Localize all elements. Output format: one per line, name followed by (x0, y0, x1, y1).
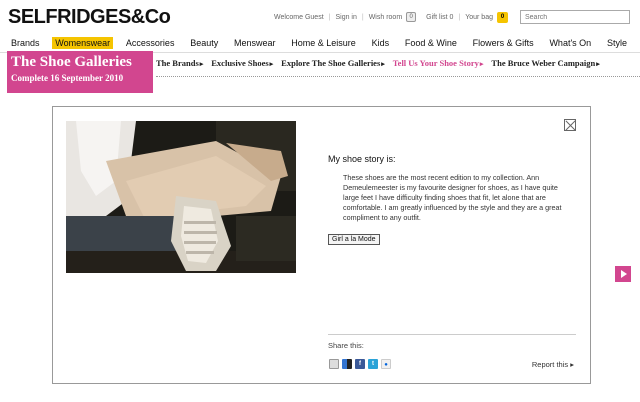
gallery-subnav: The Brands▸ Exclusive Shoes▸ Explore The… (156, 58, 608, 68)
banner-subtitle: Complete 16 September 2010 (11, 73, 124, 83)
story-heading: My shoe story is: (328, 154, 396, 164)
subnav-label: Tell Us Your Shoe Story (392, 58, 479, 68)
account-links: Welcome Guest | Sign in | Wish room 0 Gi… (274, 10, 630, 24)
delicious-icon[interactable] (342, 359, 352, 369)
next-story-arrow-icon[interactable] (615, 266, 631, 282)
page: { "logo": { "text": "SELFRIDGES&Co" }, "… (0, 0, 640, 402)
main-nav: Brands Womenswear Accessories Beauty Men… (8, 36, 630, 50)
welcome-text: Welcome Guest (273, 13, 324, 21)
nav-item-beauty[interactable]: Beauty (187, 37, 221, 49)
nav-item-menswear[interactable]: Menswear (231, 37, 279, 49)
nav-item-kids[interactable]: Kids (369, 37, 393, 49)
shoe-story-photo (66, 121, 296, 273)
subnav-item-exclusive-shoes[interactable]: Exclusive Shoes▸ (211, 58, 273, 68)
subnav-item-explore[interactable]: Explore The Shoe Galleries▸ (281, 58, 385, 68)
report-link[interactable]: Report this ▸ (532, 360, 574, 369)
nav-item-accessories[interactable]: Accessories (123, 37, 178, 49)
subnav-label: The Brands (156, 58, 199, 68)
wish-room-count: 0 (406, 12, 417, 22)
subnav-item-bruce-weber[interactable]: The Bruce Weber Campaign▸ (491, 58, 599, 68)
subnav-item-shoe-story[interactable]: Tell Us Your Shoe Story▸ (393, 58, 484, 68)
divider: | (458, 13, 461, 21)
chevron-right-icon: ▸ (269, 60, 274, 68)
story-text: These shoes are the most recent edition … (343, 173, 562, 222)
chevron-right-icon: ▸ (381, 60, 385, 68)
email-icon[interactable] (329, 359, 339, 369)
your-bag-link[interactable]: Your bag (465, 14, 493, 21)
chevron-right-icon: ▸ (199, 60, 204, 68)
nav-item-flowers-gifts[interactable]: Flowers & Gifts (470, 37, 537, 49)
chevron-right-icon: ▸ (570, 360, 574, 369)
twitter-icon[interactable]: t (368, 359, 378, 369)
share-divider (328, 334, 576, 335)
gift-list-link[interactable]: Gift list 0 (426, 14, 453, 21)
share-label: Share this: (328, 341, 364, 350)
subnav-label: Exclusive Shoes (211, 58, 269, 68)
facebook-icon[interactable]: f (355, 359, 365, 369)
search-input[interactable] (520, 10, 630, 24)
nav-item-home-leisure[interactable]: Home & Leisure (288, 37, 359, 49)
nav-item-brands[interactable]: Brands (8, 37, 43, 49)
girl-a-la-mode-button[interactable]: Girl a la Mode (328, 234, 380, 245)
divider: | (328, 13, 331, 21)
shoe-galleries-banner[interactable]: The Shoe Galleries Complete 16 September… (7, 51, 153, 93)
subnav-item-brands[interactable]: The Brands▸ (156, 58, 203, 68)
share-icons: f t ● (329, 359, 394, 369)
flickr-icon[interactable]: ● (381, 359, 391, 369)
sign-in-link[interactable]: Sign in (335, 14, 356, 21)
subnav-divider (156, 76, 640, 77)
chevron-right-icon: ▸ (479, 60, 484, 68)
report-label: Report this (531, 360, 569, 369)
nav-item-food-wine[interactable]: Food & Wine (402, 37, 460, 49)
nav-item-whats-on[interactable]: What's On (546, 37, 594, 49)
banner-title: The Shoe Galleries (11, 54, 132, 70)
photo-illustration (66, 121, 296, 273)
nav-item-womenswear[interactable]: Womenswear (52, 37, 114, 49)
nav-item-style[interactable]: Style (604, 37, 630, 49)
selfridges-logo[interactable]: SELFRIDGES&Co (8, 6, 171, 29)
shopping-bag-icon[interactable]: 0 (497, 11, 508, 23)
subnav-label: The Bruce Weber Campaign (491, 58, 596, 68)
chevron-right-icon: ▸ (596, 60, 600, 68)
wish-room-link[interactable]: Wish room (369, 14, 402, 21)
close-icon[interactable] (564, 119, 576, 131)
subnav-label: Explore The Shoe Galleries (281, 58, 381, 68)
shoe-story-panel: My shoe story is: These shoes are the mo… (52, 106, 591, 384)
divider: | (361, 13, 364, 21)
